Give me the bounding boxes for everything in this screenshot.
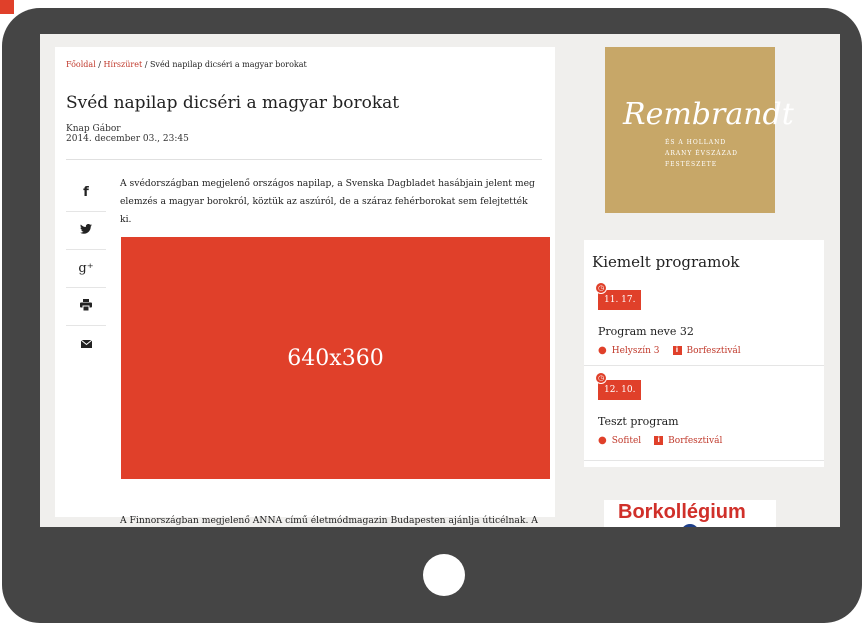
- breadcrumb-section-link[interactable]: Hírszüret: [104, 60, 143, 69]
- program-venue[interactable]: Sofitel: [612, 436, 641, 446]
- location-pin-icon: ●: [598, 345, 607, 356]
- program-name[interactable]: Program neve 32: [598, 325, 694, 338]
- divider: [584, 365, 824, 366]
- ad-subtitle: ÉS A HOLLAND: [665, 139, 727, 146]
- program-meta: ● Helyszín 3 i Borfesztivál: [598, 345, 741, 356]
- program-date: 11. 17.: [604, 295, 636, 305]
- tablet-frame: Főoldal / Hírszüret / Svéd napilap dicsé…: [2, 8, 862, 623]
- ad-brand-text: Borkollégium: [618, 501, 746, 523]
- googleplus-icon: g⁺: [78, 261, 94, 276]
- breadcrumb-home-link[interactable]: Főoldal: [66, 60, 96, 69]
- rembrandt-ad-banner[interactable]: Rembrandt ÉS A HOLLAND ARANY ÉVSZÁZAD FE…: [605, 47, 794, 213]
- article-author[interactable]: Knap Gábor: [66, 125, 121, 134]
- ad-subtitle: FESTÉSZETE: [665, 161, 718, 168]
- googleplus-share-button[interactable]: g⁺: [66, 250, 106, 288]
- clock-icon: ◷: [595, 372, 607, 384]
- info-icon: i: [672, 346, 682, 355]
- program-date: 12. 10.: [604, 385, 636, 395]
- twitter-share-button[interactable]: [66, 212, 106, 250]
- tablet-screen: Főoldal / Hírszüret / Svéd napilap dicsé…: [40, 34, 840, 527]
- article-paragraph: A svédországban megjelenő országos napil…: [120, 178, 535, 225]
- clock-icon: ◷: [595, 282, 607, 294]
- article-image-placeholder: 640x360: [121, 237, 550, 479]
- print-icon: [80, 298, 92, 315]
- borkollegium-logo: [681, 524, 699, 527]
- print-button[interactable]: [66, 288, 106, 326]
- featured-programs-box: Kiemelt programok ◷ 11. 17. Program neve…: [584, 240, 824, 467]
- breadcrumb-separator: /: [95, 60, 104, 69]
- program-meta: ● Sofitel i Borfesztivál: [598, 435, 722, 446]
- program-venue[interactable]: Helyszín 3: [612, 346, 660, 356]
- location-pin-icon: ●: [598, 435, 607, 446]
- share-bar: f g⁺: [66, 174, 106, 363]
- tablet-home-button[interactable]: [423, 554, 465, 596]
- program-name[interactable]: Teszt program: [598, 415, 679, 428]
- programs-heading: Kiemelt programok: [592, 253, 740, 271]
- article-date: 2014. december 03., 23:45: [66, 134, 189, 144]
- ad-title: Rembrandt: [623, 97, 794, 132]
- facebook-icon: f: [83, 185, 89, 200]
- article-title: Svéd napilap dicséri a magyar borokat: [66, 93, 400, 113]
- program-date-badge: ◷ 11. 17.: [595, 282, 641, 310]
- program-category[interactable]: Borfesztivál: [687, 346, 741, 356]
- ad-subtitle: ARANY ÉVSZÁZAD: [665, 150, 738, 157]
- email-icon: [80, 337, 92, 352]
- program-date-badge: ◷ 12. 10.: [595, 372, 641, 400]
- corner-mark: [0, 0, 14, 14]
- borkollegium-ad-banner[interactable]: Borkollégium: [604, 500, 776, 527]
- breadcrumb-separator: /: [142, 60, 150, 69]
- program-category[interactable]: Borfesztivál: [668, 436, 722, 446]
- facebook-share-button[interactable]: f: [66, 174, 106, 212]
- divider: [66, 159, 542, 160]
- breadcrumb-current: Svéd napilap dicséri a magyar borokat: [149, 60, 307, 69]
- image-size-label: 640x360: [287, 345, 384, 371]
- twitter-icon: [80, 223, 92, 238]
- divider: [584, 460, 824, 461]
- email-share-button[interactable]: [66, 326, 106, 363]
- article-column: Főoldal / Hírszüret / Svéd napilap dicsé…: [55, 47, 555, 526]
- breadcrumb: Főoldal / Hírszüret / Svéd napilap dicsé…: [66, 60, 307, 69]
- article-paragraph: A Finnországban megjelenő ANNA című élet…: [120, 515, 538, 526]
- info-icon: i: [654, 436, 664, 445]
